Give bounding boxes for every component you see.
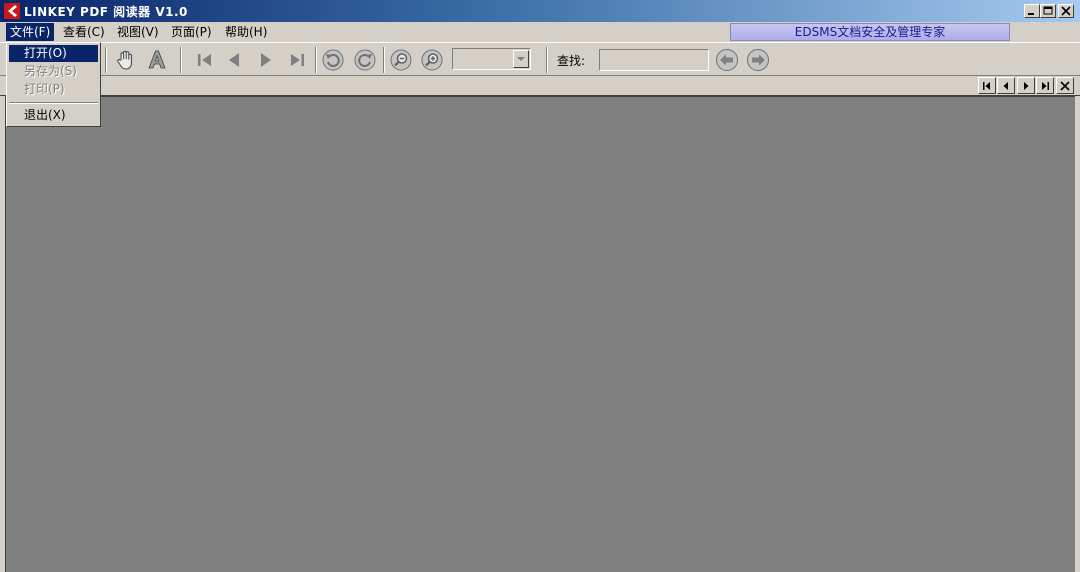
menu-item-print[interactable]: 打印(P) bbox=[9, 81, 98, 98]
hand-tool-button[interactable] bbox=[114, 48, 138, 72]
next-page-icon bbox=[261, 53, 271, 67]
toolbar-separator bbox=[546, 47, 548, 73]
find-prev-button[interactable] bbox=[715, 48, 739, 72]
nav-close-icon bbox=[1060, 81, 1070, 91]
document-tab-strip bbox=[0, 76, 1080, 96]
document-viewport[interactable] bbox=[5, 96, 1075, 572]
title-bar[interactable]: LINKEY PDF 阅读器 V1.0 bbox=[0, 0, 1080, 22]
app-logo-icon bbox=[4, 3, 20, 19]
rotate-right-icon bbox=[354, 49, 376, 71]
nav-next-button[interactable] bbox=[1017, 77, 1035, 94]
menu-item-exit[interactable]: 退出(X) bbox=[9, 107, 98, 124]
find-input[interactable] bbox=[599, 49, 709, 71]
toolbar-separator bbox=[315, 47, 317, 73]
last-page-icon bbox=[291, 54, 304, 66]
file-menu-dropdown: 打开(O) 另存为(S) 打印(P) 退出(X) bbox=[6, 42, 101, 127]
nav-prev-icon bbox=[1003, 82, 1008, 90]
menu-item-save-as[interactable]: 另存为(S) bbox=[9, 63, 98, 80]
menu-file[interactable]: 文件(F) bbox=[6, 23, 55, 41]
text-select-icon bbox=[148, 50, 166, 69]
zoom-level-select[interactable] bbox=[452, 48, 531, 70]
prev-page-icon bbox=[229, 53, 239, 67]
toolbar-separator bbox=[180, 47, 182, 73]
nav-last-icon bbox=[1042, 82, 1049, 90]
next-page-button[interactable] bbox=[254, 48, 278, 72]
find-label: 查找: bbox=[557, 54, 586, 68]
toolbar-separator bbox=[383, 47, 385, 73]
nav-prev-button[interactable] bbox=[997, 77, 1015, 94]
zoom-dropdown-button[interactable] bbox=[513, 50, 529, 68]
zoom-out-button[interactable] bbox=[389, 48, 413, 72]
rotate-right-button[interactable] bbox=[353, 48, 377, 72]
maximize-icon bbox=[1043, 6, 1053, 15]
close-button[interactable] bbox=[1058, 4, 1074, 18]
first-page-button[interactable] bbox=[193, 48, 217, 72]
menu-display[interactable]: 视图(V) bbox=[113, 23, 163, 41]
rotate-left-icon bbox=[322, 49, 344, 71]
menu-help[interactable]: 帮助(H) bbox=[221, 23, 271, 41]
chevron-down-icon bbox=[517, 57, 525, 61]
menu-view[interactable]: 查看(C) bbox=[59, 23, 109, 41]
nav-first-button[interactable] bbox=[978, 77, 996, 94]
nav-first-icon bbox=[983, 82, 990, 90]
find-next-button[interactable] bbox=[746, 48, 770, 72]
maximize-button[interactable] bbox=[1040, 4, 1056, 18]
toolbar-separator bbox=[105, 47, 107, 73]
find-prev-icon bbox=[716, 49, 738, 71]
hand-tool-icon bbox=[117, 50, 132, 70]
nav-last-button[interactable] bbox=[1036, 77, 1054, 94]
text-select-button[interactable] bbox=[145, 48, 169, 72]
minimize-icon bbox=[1028, 13, 1034, 15]
menu-page[interactable]: 页面(P) bbox=[167, 23, 216, 41]
promo-banner[interactable]: EDSMS文档安全及管理专家 bbox=[730, 23, 1010, 41]
menu-item-open[interactable]: 打开(O) bbox=[9, 45, 98, 62]
menu-separator bbox=[9, 102, 98, 104]
zoom-in-button[interactable] bbox=[420, 48, 444, 72]
first-page-icon bbox=[198, 54, 211, 66]
zoom-out-icon bbox=[390, 49, 412, 71]
prev-page-button[interactable] bbox=[222, 48, 246, 72]
find-next-icon bbox=[747, 49, 769, 71]
close-icon bbox=[1061, 6, 1071, 16]
toolbar: 查找: bbox=[0, 42, 1080, 76]
nav-next-icon bbox=[1024, 82, 1029, 90]
last-page-button[interactable] bbox=[285, 48, 309, 72]
nav-close-button[interactable] bbox=[1056, 77, 1074, 94]
window-title: LINKEY PDF 阅读器 V1.0 bbox=[24, 5, 188, 19]
zoom-in-icon bbox=[421, 49, 443, 71]
rotate-left-button[interactable] bbox=[321, 48, 345, 72]
minimize-button[interactable] bbox=[1024, 4, 1040, 18]
